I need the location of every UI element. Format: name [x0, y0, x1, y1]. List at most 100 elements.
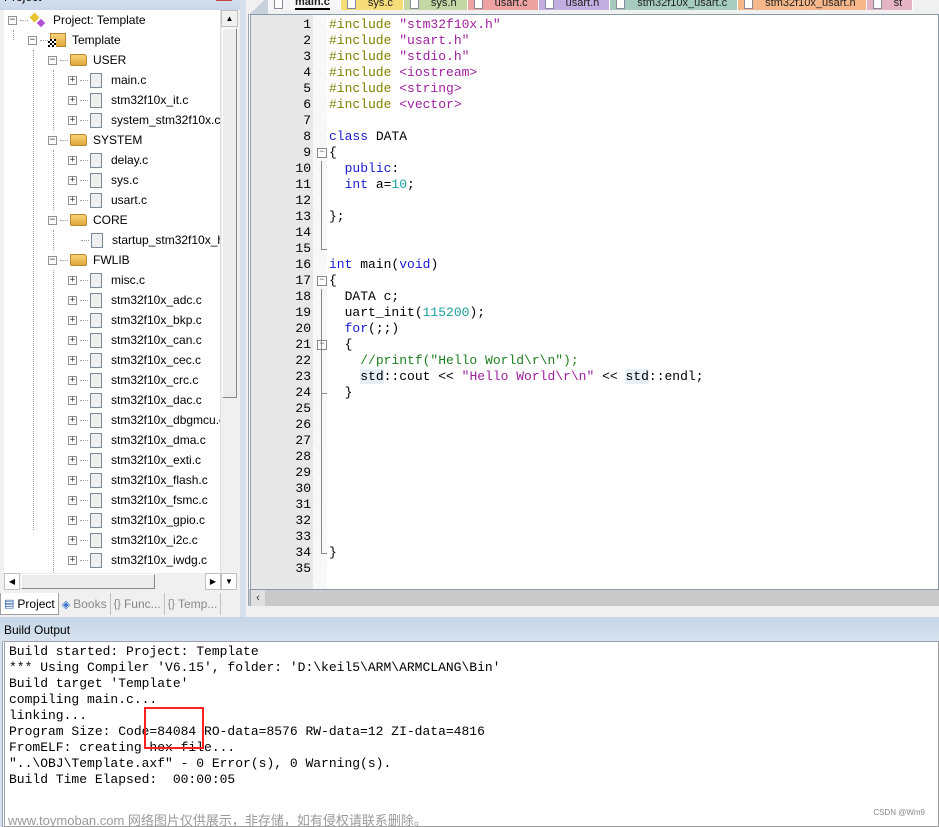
code-line[interactable]: 29: [251, 465, 939, 481]
expand-icon[interactable]: +: [68, 95, 77, 105]
project-pane-tab-project[interactable]: ▤ Project: [0, 593, 59, 615]
tree-item-file[interactable]: + sys.c: [68, 170, 138, 190]
editor-tab-stm32f10x_usart-c[interactable]: stm32f10x_usart.c: [610, 0, 739, 10]
code-line[interactable]: 27: [251, 433, 939, 449]
expand-icon[interactable]: +: [68, 435, 77, 445]
tree-horizontal-scrollbar[interactable]: ◀ ▶ ▼: [4, 573, 237, 590]
expand-icon[interactable]: +: [68, 335, 77, 345]
expand-icon[interactable]: +: [68, 175, 77, 185]
collapse-icon[interactable]: −: [48, 55, 57, 65]
tree-vertical-scrollbar[interactable]: ▲: [220, 10, 238, 573]
tree-item-file[interactable]: + stm32f10x_exti.c: [68, 450, 201, 470]
editor-tab-sys-h[interactable]: sys.h: [403, 0, 468, 10]
tree-item-file[interactable]: + stm32f10x_dac.c: [68, 390, 202, 410]
editor-tab-usart-h[interactable]: usart.h: [538, 0, 611, 10]
code-line[interactable]: 23 std::cout << "Hello World\r\n" << std…: [251, 369, 939, 385]
code-line[interactable]: 34}: [251, 545, 939, 561]
code-line[interactable]: 31: [251, 497, 939, 513]
project-pane-tab-func[interactable]: {} Func...: [111, 593, 165, 615]
code-line[interactable]: 26: [251, 417, 939, 433]
expand-icon[interactable]: +: [68, 155, 77, 165]
code-line[interactable]: 32: [251, 513, 939, 529]
scroll-left-button[interactable]: ‹: [251, 590, 265, 606]
code-line[interactable]: 28: [251, 449, 939, 465]
tree-item-project[interactable]: − Project: Template: [8, 10, 146, 30]
tree-item-file[interactable]: + stm32f10x_adc.c: [68, 290, 202, 310]
scroll-right-button[interactable]: ▶: [205, 573, 221, 590]
code-line[interactable]: 11 int a=10;: [251, 177, 939, 193]
scroll-dropdown-button[interactable]: ▼: [221, 573, 237, 590]
tree-item-file[interactable]: + usart.c: [68, 190, 147, 210]
tree-item-file[interactable]: + stm32f10x_dbgmcu.c: [68, 410, 220, 430]
tree-item-file[interactable]: startup_stm32f10x_hd: [68, 230, 220, 250]
tree-item-file[interactable]: + stm32f10x_fsmc.c: [68, 490, 208, 510]
code-line[interactable]: 6 #include <vector>: [251, 97, 939, 113]
code-line[interactable]: 15: [251, 241, 939, 257]
expand-icon[interactable]: +: [68, 555, 77, 565]
editor-tab-stm32f10x_usart-h[interactable]: stm32f10x_usart.h: [738, 0, 867, 10]
code-line[interactable]: 7: [251, 113, 939, 129]
pin-icon[interactable]: ✚: [203, 0, 212, 3]
expand-icon[interactable]: +: [68, 295, 77, 305]
expand-icon[interactable]: +: [68, 495, 77, 505]
expand-icon[interactable]: +: [68, 355, 77, 365]
code-line[interactable]: 1 #include "stm32f10x.h": [251, 17, 939, 33]
tree-item-file[interactable]: + system_stm32f10x.c: [68, 110, 220, 130]
code-line[interactable]: 16 int main(void): [251, 257, 939, 273]
code-line[interactable]: 12: [251, 193, 939, 209]
tree-item-file[interactable]: + stm32f10x_gpio.c: [68, 510, 205, 530]
tree-item-folder[interactable]: − USER: [48, 50, 126, 70]
code-line[interactable]: 24 }: [251, 385, 939, 401]
tree-item-file[interactable]: + stm32f10x_it.c: [68, 90, 188, 110]
scroll-left-button[interactable]: ◀: [4, 573, 20, 590]
code-line[interactable]: 30: [251, 481, 939, 497]
collapse-icon[interactable]: −: [48, 255, 57, 265]
tree-item-file[interactable]: + stm32f10x_cec.c: [68, 350, 201, 370]
project-pane-tab-temp[interactable]: {} Temp...: [165, 593, 222, 615]
expand-icon[interactable]: +: [68, 515, 77, 525]
tree-item-folder[interactable]: − CORE: [48, 210, 128, 230]
expand-icon[interactable]: +: [68, 115, 77, 125]
project-pane-tab-books[interactable]: ◈ Books: [59, 593, 111, 615]
tree-item-file[interactable]: + stm32f10x_dma.c: [68, 430, 206, 450]
tree-item-folder[interactable]: − FWLIB: [48, 250, 130, 270]
code-line[interactable]: 3 #include "stdio.h": [251, 49, 939, 65]
tree-item-file[interactable]: + stm32f10x_iwdg.c: [68, 550, 207, 570]
fold-toggle-icon[interactable]: −: [317, 148, 327, 158]
editor-tab-sys-c[interactable]: sys.c: [340, 0, 404, 10]
code-line[interactable]: 17−{: [251, 273, 939, 289]
tree-item-file[interactable]: + misc.c: [68, 270, 145, 290]
tree-item-file[interactable]: + stm32f10x_can.c: [68, 330, 202, 350]
editor-tab-st[interactable]: st: [866, 0, 914, 10]
tree-item-file[interactable]: + main.c: [68, 70, 146, 90]
code-line[interactable]: 8 class DATA: [251, 129, 939, 145]
tree-item-file[interactable]: + stm32f10x_crc.c: [68, 370, 198, 390]
code-line[interactable]: 21− {: [251, 337, 939, 353]
code-line[interactable]: 10 public:: [251, 161, 939, 177]
collapse-icon[interactable]: −: [28, 35, 37, 45]
code-line[interactable]: 20 for(;;): [251, 321, 939, 337]
expand-icon[interactable]: +: [68, 75, 77, 85]
expand-icon[interactable]: +: [68, 475, 77, 485]
expand-icon[interactable]: +: [68, 315, 77, 325]
tree-item-file[interactable]: + stm32f10x_flash.c: [68, 470, 208, 490]
close-icon[interactable]: ✕: [216, 0, 232, 1]
expand-icon[interactable]: +: [68, 455, 77, 465]
code-line[interactable]: 2 #include "usart.h": [251, 33, 939, 49]
expand-icon[interactable]: +: [68, 415, 77, 425]
scroll-thumb[interactable]: [21, 574, 155, 589]
code-line[interactable]: 35: [251, 561, 939, 577]
expand-icon[interactable]: +: [68, 395, 77, 405]
code-line[interactable]: 14: [251, 225, 939, 241]
code-line[interactable]: 9−{: [251, 145, 939, 161]
tree-item-file[interactable]: + stm32f10x_bkp.c: [68, 310, 202, 330]
code-line[interactable]: 22 //printf("Hello World\r\n");: [251, 353, 939, 369]
code-line[interactable]: 13};: [251, 209, 939, 225]
code-line[interactable]: 5 #include <string>: [251, 81, 939, 97]
editor-tab-usart-c[interactable]: usart.c: [467, 0, 539, 10]
code-editor[interactable]: 1 #include "stm32f10x.h" 2 #include "usart.…: [248, 14, 939, 590]
code-line[interactable]: 19 uart_init(115200);: [251, 305, 939, 321]
tree-item-folder[interactable]: − SYSTEM: [48, 130, 142, 150]
expand-icon[interactable]: +: [68, 275, 77, 285]
code-line[interactable]: 25: [251, 401, 939, 417]
